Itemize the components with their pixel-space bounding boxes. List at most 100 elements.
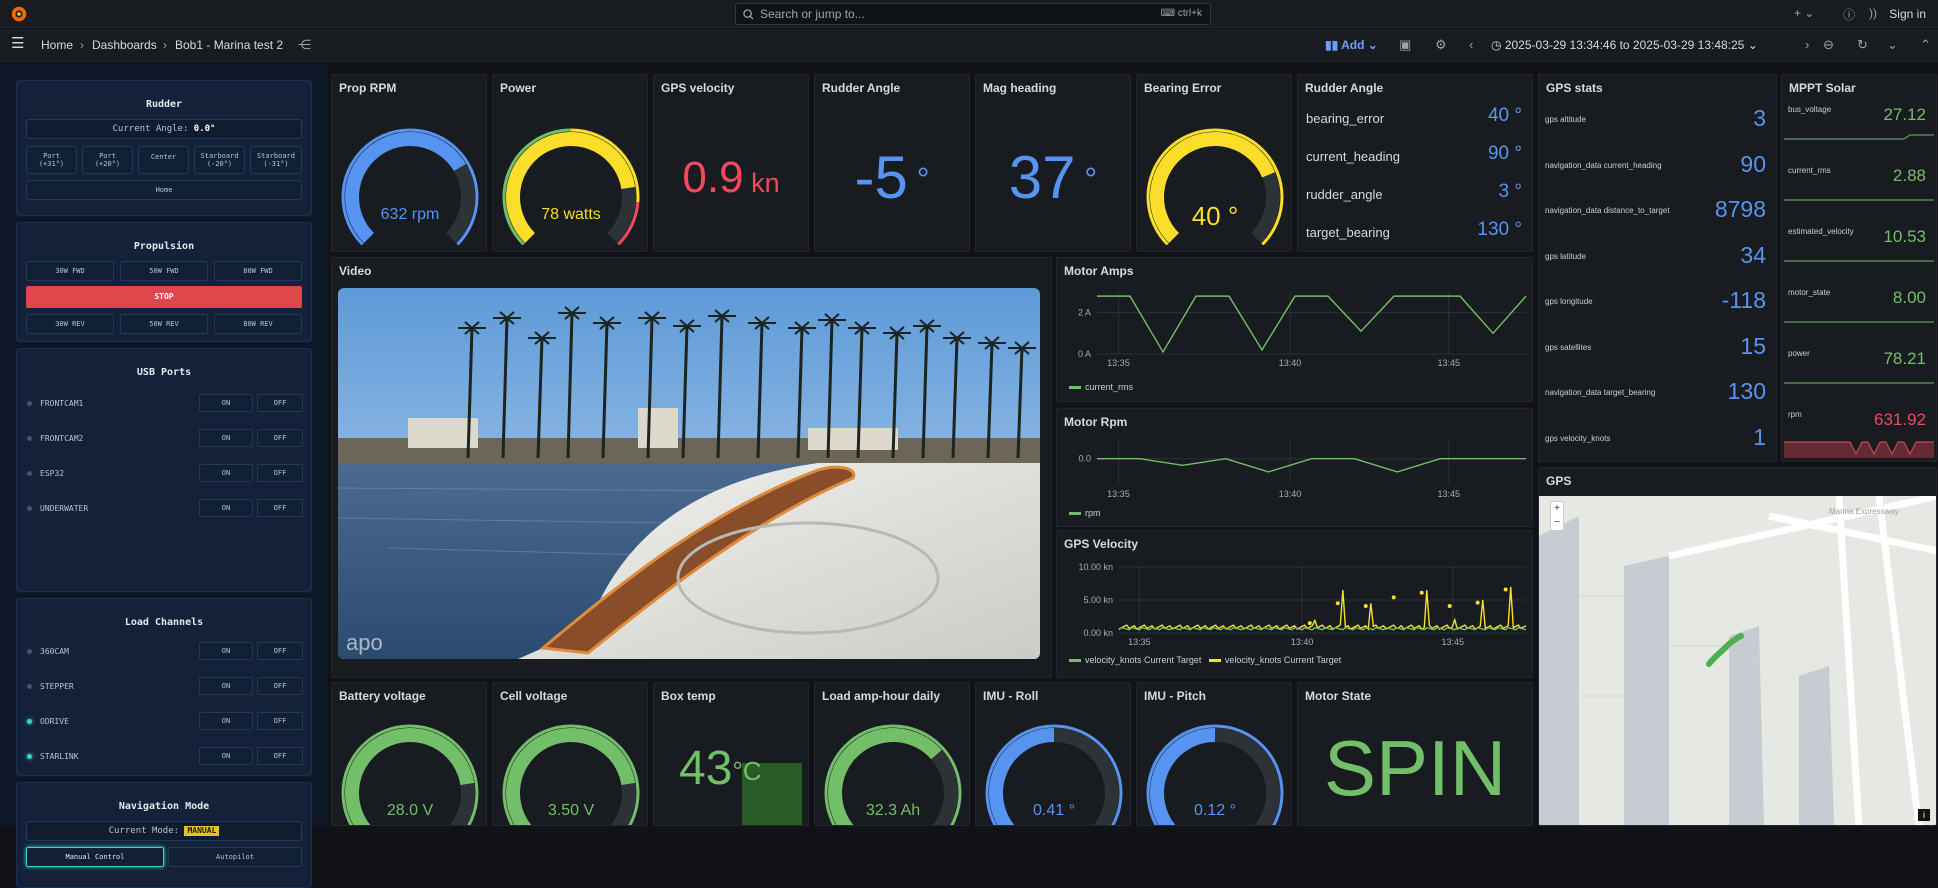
- rudder-angle-stat-panel: Rudder Angle -5 °: [814, 74, 970, 252]
- share-icon[interactable]: ⋲: [298, 37, 311, 53]
- rudder-home-button[interactable]: Home: [26, 180, 302, 200]
- plus-menu-icon[interactable]: + ⌄: [1794, 6, 1814, 20]
- port-on-button[interactable]: ON: [199, 712, 253, 730]
- solar-stat-row: power 78.21: [1784, 341, 1934, 403]
- solar-stat-row: estimated_velocity 10.53: [1784, 219, 1934, 281]
- legend-swatch-icon: [1069, 659, 1081, 663]
- port-on-button[interactable]: ON: [199, 677, 253, 695]
- x-tick-label: 13:40: [1279, 358, 1302, 368]
- power-panel: Power 78 watts: [492, 74, 648, 252]
- fwd-50w-button[interactable]: 50W FWD: [120, 261, 208, 281]
- port-off-button[interactable]: OFF: [257, 464, 303, 482]
- fwd-80w-button[interactable]: 80W FWD: [214, 261, 302, 281]
- map-info-button[interactable]: i: [1918, 809, 1930, 821]
- port-on-button[interactable]: ON: [199, 464, 253, 482]
- rudder-angle-stat-title: Rudder Angle: [822, 81, 901, 95]
- stop-button[interactable]: STOP: [26, 286, 302, 308]
- news-feed-icon[interactable]: )): [1869, 6, 1877, 20]
- time-range-text: 2025-03-29 13:34:46 to 2025-03-29 13:48:…: [1504, 38, 1745, 52]
- rudder-angle-number: -5: [854, 144, 908, 211]
- map-zoom-in-button[interactable]: +: [1551, 502, 1563, 516]
- rudder-center-button[interactable]: Center: [138, 146, 189, 174]
- port-on-button[interactable]: ON: [199, 429, 253, 447]
- rudder-angle-table-panel: Rudder Angle bearing_error 40 ° current_he…: [1297, 74, 1533, 252]
- gps-stat-value: 3: [1753, 105, 1766, 131]
- rudder-port-20-angle: (+20°): [94, 160, 121, 168]
- gauge-value-text: 40 °: [1192, 201, 1239, 231]
- box-temp-number: 43: [679, 742, 733, 795]
- bearing-error-gauge: 40 °: [1146, 128, 1284, 245]
- autopilot-button[interactable]: Autopilot: [168, 847, 302, 867]
- fwd-30w-button[interactable]: 30W FWD: [26, 261, 114, 281]
- gps-velocity-panel: GPS velocity 0.9 kn: [653, 74, 809, 252]
- gps-map-image: Marina Expressway: [1539, 496, 1936, 825]
- solar-sparkline: [1784, 321, 1934, 323]
- port-on-button[interactable]: ON: [199, 747, 253, 765]
- mag-heading-title: Mag heading: [983, 81, 1057, 95]
- box-temp-value: 43°C: [679, 741, 762, 796]
- add-button[interactable]: ▮▮ Add ⌄: [1325, 38, 1378, 52]
- refresh-icon[interactable]: ↻: [1857, 37, 1868, 53]
- prop-rpm-title: Prop RPM: [339, 81, 397, 95]
- gps-stats-panel: GPS stats gps altitude 3 navigation_data c…: [1538, 74, 1777, 462]
- port-off-button[interactable]: OFF: [257, 747, 303, 765]
- gauge-value-text: 28.0 V: [387, 802, 434, 819]
- rudder-starboard-31-button[interactable]: Starboard (-31°): [250, 146, 302, 174]
- breadcrumb-home[interactable]: Home: [41, 38, 73, 52]
- zoom-out-icon[interactable]: ⊖: [1823, 37, 1834, 53]
- port-label: STARLINK: [40, 752, 79, 761]
- breadcrumb-dashboards[interactable]: Dashboards: [92, 38, 157, 52]
- y-tick-label: 2 A: [1078, 308, 1091, 318]
- usb-ports-panel: USB Ports FRONTCAM1 ON OFF FRONTCAM2 ON …: [16, 348, 312, 592]
- refresh-interval-icon[interactable]: ⌄: [1887, 37, 1898, 53]
- manual-control-button[interactable]: Manual Control: [26, 847, 164, 867]
- grafana-logo-icon[interactable]: [10, 5, 28, 23]
- port-on-button[interactable]: ON: [199, 642, 253, 660]
- rudder-port-31-button[interactable]: Port (+31°): [26, 146, 77, 174]
- series-point: [1335, 601, 1340, 606]
- port-off-button[interactable]: OFF: [257, 499, 303, 517]
- search-icon: [743, 9, 754, 20]
- rev-80w-button[interactable]: 80W REV: [214, 314, 302, 334]
- rudder-starboard-20-button[interactable]: Starboard (-20°): [194, 146, 245, 174]
- port-off-button[interactable]: OFF: [257, 677, 303, 695]
- port-label: FRONTCAM1: [40, 399, 84, 408]
- time-range-picker[interactable]: ◷ 2025-03-29 13:34:46 to 2025-03-29 13:4…: [1491, 38, 1758, 52]
- map-zoom-out-button[interactable]: −: [1551, 516, 1563, 530]
- series-point: [1475, 600, 1480, 605]
- port-off-button[interactable]: OFF: [257, 429, 303, 447]
- rev-30w-button[interactable]: 30W REV: [26, 314, 114, 334]
- gps-stats-title: GPS stats: [1546, 81, 1603, 95]
- hamburger-menu-icon[interactable]: ☰: [11, 34, 24, 52]
- gps-stat-value: 90: [1740, 150, 1766, 177]
- search-input[interactable]: Search or jump to... ⌨ ctrl+k: [735, 3, 1211, 25]
- settings-gear-icon[interactable]: ⚙: [1435, 37, 1447, 53]
- port-off-button[interactable]: OFF: [257, 642, 303, 660]
- solar-stat-value: 27.12: [1883, 105, 1926, 124]
- breadcrumb-separator-icon: ›: [80, 38, 84, 52]
- rev-50w-button[interactable]: 50W REV: [120, 314, 208, 334]
- port-off-button[interactable]: OFF: [257, 712, 303, 730]
- map-zoom-controls: + −: [1550, 501, 1564, 531]
- port-on-button[interactable]: ON: [199, 394, 253, 412]
- x-tick-label: 13:40: [1291, 637, 1314, 647]
- time-back-icon[interactable]: ‹: [1469, 37, 1473, 52]
- sign-in-link[interactable]: Sign in: [1889, 7, 1926, 21]
- y-tick-label: 0.0: [1078, 454, 1091, 464]
- y-tick-label: 5.00 kn: [1083, 595, 1113, 605]
- mag-heading-panel: Mag heading 37 °: [975, 74, 1131, 252]
- gps-velocity-number: 0.9: [682, 153, 744, 202]
- gps-stat-key: gps longitude: [1545, 297, 1593, 306]
- status-dot-icon: [27, 401, 32, 406]
- status-dot-icon: [27, 471, 32, 476]
- port-on-button[interactable]: ON: [199, 499, 253, 517]
- rudder-port-20-button[interactable]: Port (+20°): [82, 146, 133, 174]
- save-icon[interactable]: ▣: [1399, 37, 1411, 53]
- collapse-icon[interactable]: ⌃: [1920, 37, 1931, 53]
- gps-map-title: GPS: [1546, 474, 1572, 488]
- time-forward-icon[interactable]: ›: [1805, 37, 1809, 52]
- help-icon[interactable]: ⓘ: [1843, 6, 1855, 23]
- rudder-starboard-31-angle: (-31°): [263, 160, 289, 168]
- port-off-button[interactable]: OFF: [257, 394, 303, 412]
- motor-rpm-title: Motor Rpm: [1064, 415, 1128, 429]
